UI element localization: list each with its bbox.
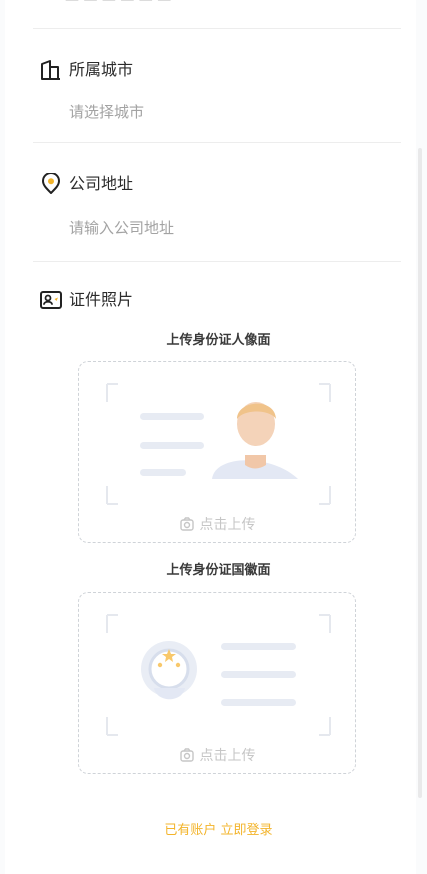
page: — — — — — — 所属城市 请选择城市 公司地址 — [0, 0, 427, 874]
camera-icon — [179, 747, 195, 763]
back-upload-hint: 点击上传 — [79, 745, 355, 765]
city-field-header[interactable]: 所属城市 — [39, 57, 133, 83]
front-upload-title: 上传身份证人像面 — [166, 333, 271, 348]
login-link[interactable]: 已有账户 立即登录 — [5, 819, 427, 838]
camera-icon — [179, 516, 195, 532]
address-field-label: 公司地址 — [69, 174, 134, 193]
city-select-input[interactable]: 请选择城市 — [69, 101, 144, 122]
front-id-upload-box[interactable]: 点击上传 — [78, 361, 356, 543]
divider — [33, 142, 401, 143]
form-card: — — — — — — 所属城市 请选择城市 公司地址 — [5, 0, 416, 874]
back-id-upload-box[interactable]: 点击上传 — [78, 592, 356, 774]
back-upload-title: 上传身份证国徽面 — [166, 563, 271, 578]
photo-section-header: 证件照片 — [39, 287, 133, 313]
photo-section-title: 证件照片 — [69, 290, 134, 309]
back-upload-hint-text: 点击上传 — [199, 748, 256, 764]
id-card-icon — [39, 288, 63, 312]
scrollbar[interactable] — [418, 148, 422, 798]
building-icon — [39, 58, 63, 82]
address-field-header[interactable]: 公司地址 — [39, 171, 133, 197]
cropped-previous-field-text: — — — — — — — [65, 0, 185, 2]
city-field-label: 所属城市 — [69, 60, 134, 79]
address-input[interactable]: 请输入公司地址 — [69, 217, 174, 238]
front-upload-hint: 点击上传 — [79, 514, 355, 534]
location-pin-icon — [39, 172, 63, 196]
divider — [33, 28, 401, 29]
divider — [33, 261, 401, 262]
front-upload-hint-text: 点击上传 — [199, 517, 256, 533]
